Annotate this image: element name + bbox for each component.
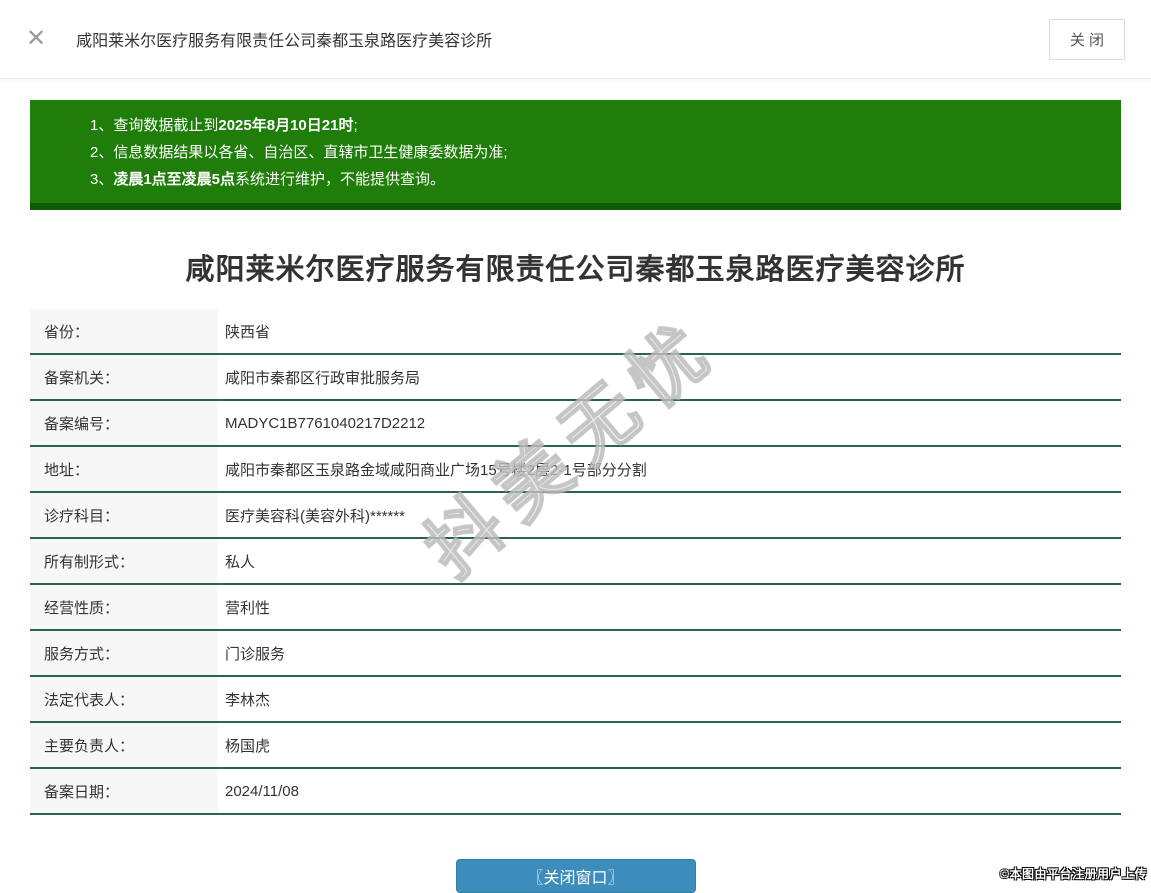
table-row-filing-number: 备案编号： MADYC1B7761040217D2212 [30, 401, 1121, 447]
field-label: 地址： [30, 447, 218, 491]
field-value: 门诊服务 [225, 645, 286, 663]
notice-line-number: 2、 [90, 144, 114, 161]
field-label: 服务方式： [30, 631, 218, 675]
field-value: MADYC1B7761040217D2212 [225, 414, 426, 432]
table-row-main-person-in-charge: 主要负责人： 杨国虎 [30, 723, 1121, 769]
notice-line-number: 1、 [90, 117, 114, 134]
footer: 〖关闭窗口〗 [0, 859, 1151, 893]
field-value: 咸阳市秦都区玉泉路金域咸阳商业广场15号楼2层2-1号部分分割 [225, 461, 647, 479]
field-label: 省份： [30, 309, 218, 353]
field-label: 备案机关： [30, 355, 218, 399]
field-value: 李林杰 [225, 691, 271, 709]
close-button[interactable]: 关 闭 [1048, 18, 1125, 60]
table-row-business-nature: 经营性质： 营利性 [30, 585, 1121, 631]
table-row-legal-representative: 法定代表人： 李林杰 [30, 677, 1121, 723]
field-value: 陕西省 [225, 323, 271, 341]
registration-info-table: 省份： 陕西省 备案机关： 咸阳市秦都区行政审批服务局 备案编号： MADYC1… [30, 309, 1121, 815]
topbar: ✕ 咸阳莱米尔医疗服务有限责任公司秦都玉泉路医疗美容诊所 关 闭 [0, 0, 1151, 79]
page-title: 咸阳莱米尔医疗服务有限责任公司秦都玉泉路医疗美容诊所 [185, 254, 966, 286]
table-row-filing-date: 备案日期： 2024/11/08 [30, 769, 1121, 815]
photo-credit-watermark: ©本图由平台注册用户上传 [1000, 867, 1147, 881]
notice-line-number: 3、 [90, 171, 114, 188]
table-row-province: 省份： 陕西省 [30, 309, 1121, 355]
notice-line-3: 3、凌晨1点至凌晨5点系统进行维护，不能提供查询。 [90, 171, 446, 188]
field-value: 杨国虎 [225, 737, 271, 755]
registration-detail-page: ✕ 咸阳莱米尔医疗服务有限责任公司秦都玉泉路医疗美容诊所 关 闭 1、查询数据截… [0, 0, 1151, 893]
field-label: 备案编号： [30, 401, 218, 445]
field-value: 营利性 [225, 599, 271, 617]
notice-line-2: 2、信息数据结果以各省、自治区、直辖市卫生健康委数据为准; [90, 144, 508, 161]
field-label: 经营性质： [30, 585, 218, 629]
table-row-medical-subjects: 诊疗科目： 医疗美容科(美容外科)****** [30, 493, 1121, 539]
table-row-address: 地址： 咸阳市秦都区玉泉路金域咸阳商业广场15号楼2层2-1号部分分割 [30, 447, 1121, 493]
field-label: 所有制形式： [30, 539, 218, 583]
notice-banner: 1、查询数据截止到2025年8月10日21时; 2、信息数据结果以各省、自治区、… [30, 100, 1121, 210]
close-window-button[interactable]: 〖关闭窗口〗 [455, 859, 696, 893]
field-label: 法定代表人： [30, 677, 218, 721]
table-row-ownership-form: 所有制形式： 私人 [30, 539, 1121, 585]
field-label: 主要负责人： [30, 723, 218, 767]
field-value: 咸阳市秦都区行政审批服务局 [225, 369, 421, 387]
field-value: 2024/11/08 [225, 782, 299, 800]
field-label: 备案日期： [30, 769, 218, 813]
window-title: 咸阳莱米尔医疗服务有限责任公司秦都玉泉路医疗美容诊所 [76, 33, 493, 50]
field-value: 医疗美容科(美容外科)****** [225, 507, 406, 525]
table-row-filing-authority: 备案机关： 咸阳市秦都区行政审批服务局 [30, 355, 1121, 401]
field-value: 私人 [225, 553, 256, 571]
notice-line-1: 1、查询数据截止到2025年8月10日21时; [90, 117, 358, 134]
close-icon[interactable]: ✕ [26, 27, 46, 51]
table-row-service-mode: 服务方式： 门诊服务 [30, 631, 1121, 677]
field-label: 诊疗科目： [30, 493, 218, 537]
